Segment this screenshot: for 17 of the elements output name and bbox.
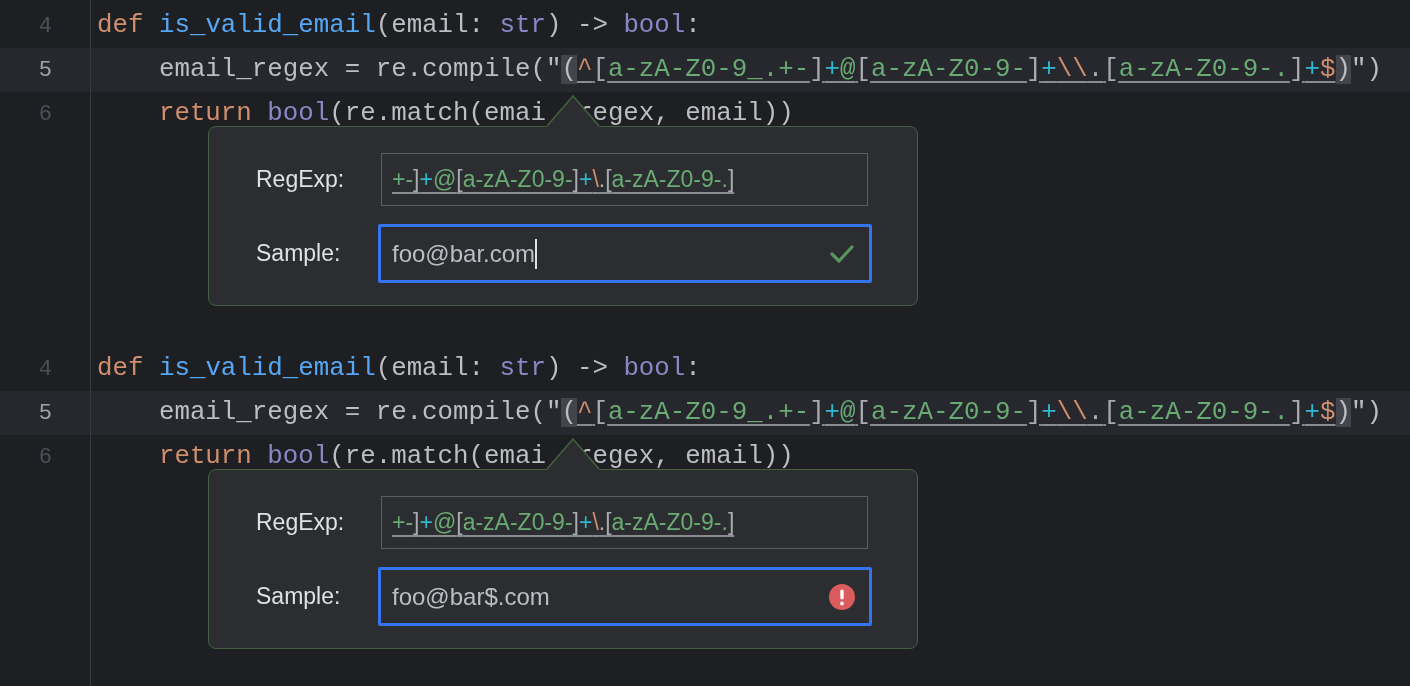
field-label: RegExp: bbox=[256, 508, 346, 538]
line-number: 5 bbox=[38, 56, 52, 85]
sample-field[interactable]: foo@bar.com bbox=[378, 224, 872, 283]
sample-field[interactable]: foo@bar$.com bbox=[378, 567, 872, 626]
code-line: email_regex = re.compile("(^[a-zA-Z0-9_.+-]+@[a-zA-Z0-9-]+\\.[a-zA-Z0-9-.]+$)") bbox=[157, 53, 1382, 86]
regexp-field[interactable]: +-]+@[a-zA-Z0-9-]+\.[a-zA-Z0-9-.] bbox=[381, 153, 868, 206]
field-label: Sample: bbox=[256, 582, 342, 612]
line-number: 5 bbox=[38, 399, 52, 428]
regexp-field[interactable]: +-]+@[a-zA-Z0-9-]+\.[a-zA-Z0-9-.] bbox=[381, 496, 868, 549]
field-label: RegExp: bbox=[256, 165, 346, 195]
code-line: return bool(re.match(emai bbox=[157, 97, 546, 130]
code-line: email_regex = re.compile("(^[a-zA-Z0-9_.+-]+@[a-zA-Z0-9-]+\\.[a-zA-Z0-9-.]+$)") bbox=[157, 396, 1382, 429]
code-line: def is_valid_email(email: str) -> bool: bbox=[97, 352, 701, 385]
code-line: return bool(re.match(emai bbox=[157, 440, 546, 473]
text-caret bbox=[535, 238, 538, 269]
code-line: def is_valid_email(email: str) -> bool: bbox=[97, 9, 701, 42]
field-label: Sample: bbox=[256, 239, 342, 269]
